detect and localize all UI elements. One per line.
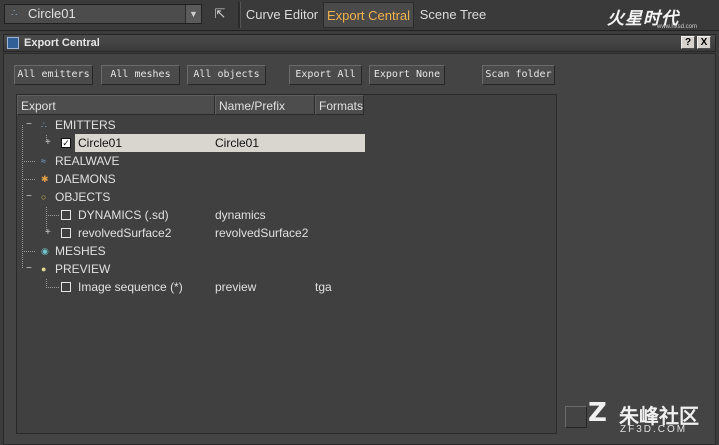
node-selector-value: Circle01: [28, 6, 76, 21]
expand-icon[interactable]: +: [45, 224, 51, 242]
preview-icon: ●: [41, 264, 47, 274]
scan-folder-button[interactable]: Scan folder: [482, 65, 555, 85]
column-header-export[interactable]: Export: [17, 95, 215, 115]
emitter-group-icon: ∴: [41, 120, 47, 130]
tree-row-daemons[interactable]: ✱ DAEMONS: [17, 170, 556, 188]
tree-row-circle01[interactable]: + ✓ Circle01 Circle01: [17, 134, 556, 152]
tree-row-label: MESHES: [55, 244, 106, 258]
tree-row-label: EMITTERS: [55, 118, 116, 132]
hxsd-logo-url: www.hxsd.com: [657, 24, 698, 30]
tree-row-name: revolvedSurface2: [215, 226, 309, 240]
tree-row-name: Circle01: [215, 136, 260, 150]
corner-button[interactable]: [565, 406, 587, 428]
tree-row-label: OBJECTS: [55, 190, 111, 204]
pick-cursor-icon[interactable]: ⇱: [209, 4, 231, 24]
toolbar-divider: [238, 2, 241, 28]
export-all-button[interactable]: Export All: [289, 65, 362, 85]
tree-row-name: dynamics: [215, 208, 266, 222]
realwave-icon: ≈: [41, 156, 46, 166]
window-titlebar[interactable]: Export Central ? X: [3, 34, 716, 52]
tree-row-name: preview: [215, 280, 257, 294]
expand-icon[interactable]: +: [45, 134, 51, 152]
top-toolbar: ∴ Circle01 ▼ ⇱ Curve Editor Export Centr…: [0, 0, 719, 31]
tree-row-label: revolvedSurface2: [78, 226, 172, 240]
tree-row-label: DYNAMICS (.sd): [78, 208, 169, 222]
export-checkbox[interactable]: [61, 210, 71, 220]
tree-row-dynamics[interactable]: DYNAMICS (.sd) dynamics: [17, 206, 556, 224]
mesh-icon: ◉: [41, 246, 49, 256]
tree-row-meshes[interactable]: ◉ MESHES: [17, 242, 556, 260]
tab-scene-tree[interactable]: Scene Tree: [417, 2, 489, 28]
close-button[interactable]: X: [697, 36, 711, 49]
all-meshes-button[interactable]: All meshes: [101, 65, 180, 85]
export-tree-view[interactable]: Export Name/Prefix Formats − ∴ EMITTERS …: [16, 94, 557, 434]
collapse-icon[interactable]: −: [26, 260, 32, 278]
help-button[interactable]: ?: [681, 36, 695, 49]
tree-row-emitters[interactable]: − ∴ EMITTERS: [17, 116, 556, 134]
node-selector-dropdown[interactable]: ∴ Circle01 ▼: [4, 4, 202, 24]
tree-row-label: PREVIEW: [55, 262, 111, 276]
tree-row-label: DAEMONS: [55, 172, 116, 186]
tab-curve-editor[interactable]: Curve Editor: [244, 2, 320, 28]
tree-row-label: REALWAVE: [55, 154, 120, 168]
tree-row-preview[interactable]: − ● PREVIEW: [17, 260, 556, 278]
zf3d-logo-url: ZF3D.COM: [620, 424, 688, 435]
collapse-icon[interactable]: −: [26, 188, 32, 206]
all-emitters-button[interactable]: All emitters: [14, 65, 93, 85]
tab-export-central[interactable]: Export Central: [323, 2, 414, 28]
export-checkbox[interactable]: [61, 228, 71, 238]
tree-row-label: Image sequence (*): [78, 280, 183, 294]
tree-row-realwave[interactable]: ≈ REALWAVE: [17, 152, 556, 170]
daemon-icon: ✱: [41, 174, 49, 184]
column-header-name-prefix[interactable]: Name/Prefix: [215, 95, 315, 115]
column-header-formats[interactable]: Formats: [315, 95, 364, 115]
object-group-icon: ○: [41, 192, 47, 202]
zf3d-logo-mark: Z: [588, 398, 607, 428]
all-objects-button[interactable]: All objects: [187, 65, 266, 85]
particle-emitter-icon: ∴: [11, 8, 18, 19]
tree-row-image-sequence[interactable]: Image sequence (*) preview tga: [17, 278, 556, 296]
export-none-button[interactable]: Export None: [369, 65, 445, 85]
chevron-down-icon[interactable]: ▼: [185, 5, 201, 23]
tree-row-label: Circle01: [78, 136, 123, 150]
export-checkbox[interactable]: ✓: [61, 138, 71, 148]
tree-row-revolvedsurface2[interactable]: + revolvedSurface2 revolvedSurface2: [17, 224, 556, 242]
window-title: Export Central: [24, 37, 100, 49]
tree-row-format: tga: [315, 280, 332, 294]
window-icon: [7, 37, 19, 49]
collapse-icon[interactable]: −: [26, 116, 32, 134]
export-checkbox[interactable]: [61, 282, 71, 292]
tree-row-objects[interactable]: − ○ OBJECTS: [17, 188, 556, 206]
